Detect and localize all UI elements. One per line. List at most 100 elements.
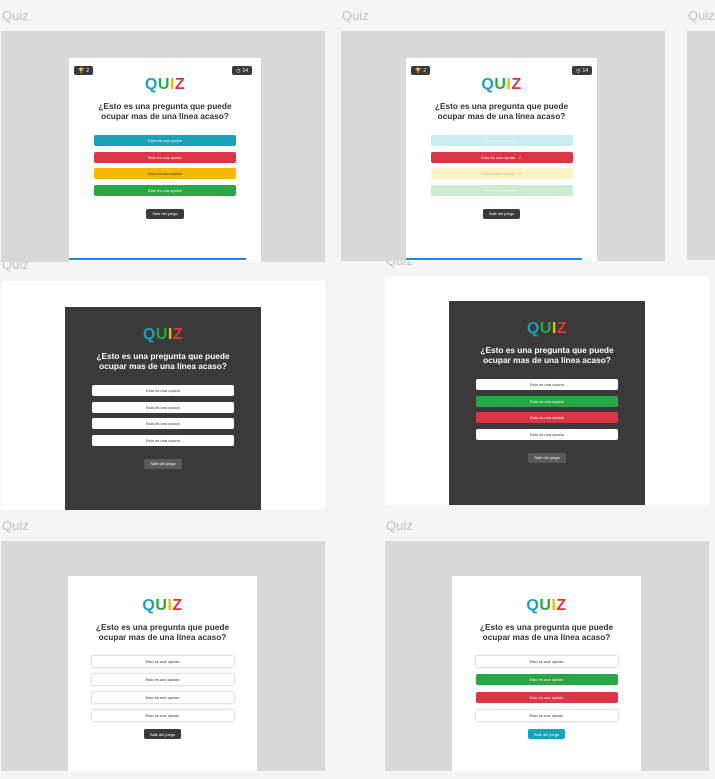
- logo-letter: Q: [142, 326, 156, 343]
- logo-letter: Z: [172, 597, 183, 614]
- quiz-logo: QUIZ: [526, 597, 566, 615]
- logo-letter: Q: [144, 76, 158, 93]
- clock-icon: ◷: [576, 67, 581, 74]
- option-button[interactable]: Esto es una opción: [430, 184, 573, 196]
- logo-letter: Q: [526, 320, 540, 337]
- option-button-wrong[interactable]: Esto es una opción: [475, 692, 618, 703]
- option-button[interactable]: Esto es una opción: [91, 674, 234, 685]
- exit-button[interactable]: Salir del juego: [528, 452, 566, 463]
- question-text: ¿Esto es una pregunta que puede ocupar m…: [98, 101, 232, 121]
- logo-letter: U: [539, 320, 552, 337]
- frame-partial: [687, 31, 715, 260]
- frame-light-minimal-answered: QUIZ ¿Esto es una pregunta que puede ocu…: [385, 541, 709, 771]
- timer-value: 14: [242, 67, 248, 74]
- progress-bar: [69, 258, 246, 260]
- logo-letter: Z: [511, 76, 522, 93]
- option-button[interactable]: Esto es una opción: [476, 379, 618, 390]
- option-button[interactable]: Esto es una opción: [94, 135, 236, 146]
- timer-value: 14: [582, 67, 588, 74]
- question-text: ¿Esto es una pregunta que puede ocupar m…: [480, 345, 614, 365]
- trophy-badge: 🏆 2: [74, 66, 94, 75]
- exit-button[interactable]: Salir del juego: [143, 729, 182, 739]
- logo-letter: U: [157, 76, 170, 93]
- question-text: ¿Esto es una pregunta que puede ocupar m…: [96, 351, 230, 371]
- frame-dark-answered: QUIZ ¿Esto es una pregunta que puede ocu…: [385, 276, 709, 505]
- frame-light-colored: 🏆 2 ◷ 14 QUIZ ¿Esto es una pregunta que pu…: [1, 31, 325, 262]
- trophy-count: 2: [423, 67, 427, 74]
- options-list: Esto es una opción Esto es una opción ✓ E…: [430, 135, 573, 196]
- option-button-wrong[interactable]: Esto es una opción ✕: [430, 168, 573, 179]
- logo-letter: Q: [481, 76, 495, 93]
- clock-icon: ◷: [236, 67, 241, 74]
- option-button-correct[interactable]: Esto es una opción: [475, 674, 618, 685]
- option-button[interactable]: Esto es una opción: [94, 168, 236, 179]
- option-button-correct[interactable]: Esto es una opción: [476, 395, 618, 407]
- option-button-wrong[interactable]: Esto es una opción: [476, 412, 618, 423]
- option-button[interactable]: Esto es una opción: [94, 184, 236, 196]
- option-button[interactable]: Esto es una opción: [91, 710, 234, 721]
- exit-button[interactable]: Salir del juego: [527, 729, 566, 739]
- options-list: Esto es una opción Esto es una opción Es…: [476, 379, 618, 440]
- option-button[interactable]: Esto es una opción: [92, 434, 234, 446]
- check-icon: ✓: [518, 154, 522, 160]
- option-button[interactable]: Esto es una opción: [430, 135, 573, 146]
- trophy-count: 2: [86, 67, 90, 74]
- option-button[interactable]: Esto es una opción: [475, 656, 618, 667]
- logo-letter: Z: [174, 76, 186, 93]
- quiz-logo: QUIZ: [145, 76, 185, 94]
- option-button[interactable]: Esto es una opción: [476, 428, 618, 440]
- frame-light-minimal: QUIZ ¿Esto es una pregunta que puede ocu…: [1, 541, 325, 771]
- timer-badge: ◷ 14: [232, 66, 252, 75]
- quiz-logo: QUIZ: [481, 76, 521, 94]
- exit-button[interactable]: Salir del juego: [144, 458, 182, 469]
- logo-letter: U: [539, 597, 552, 614]
- trophy-icon: 🏆: [78, 67, 85, 74]
- exit-button[interactable]: Salir del juego: [482, 208, 521, 219]
- options-list: Esto es una opción Esto es una opción Es…: [92, 385, 234, 446]
- quiz-card: 🏆 2 ◷ 14 QUIZ ¿Esto es una pregunta que pu…: [406, 58, 597, 261]
- option-label: Esto es una opción: [481, 154, 516, 160]
- question-text: ¿Esto es una pregunta que puede ocupar m…: [95, 622, 230, 642]
- option-button[interactable]: Esto es una opción: [94, 151, 236, 163]
- timer-badge: ◷ 14: [572, 66, 592, 75]
- logo-letter: U: [155, 597, 168, 614]
- cross-icon: ✕: [518, 171, 522, 176]
- logo-letter: Q: [526, 597, 540, 614]
- option-button[interactable]: Esto es una opción: [92, 401, 234, 413]
- quiz-card: QUIZ ¿Esto es una pregunta que puede ocu…: [68, 576, 257, 771]
- frame-label: Quiz: [386, 518, 413, 533]
- option-button[interactable]: Esto es una opción: [91, 692, 234, 703]
- logo-letter: U: [155, 326, 168, 343]
- option-button-correct[interactable]: Esto es una opción ✓: [430, 151, 573, 163]
- option-button[interactable]: Esto es una opción: [92, 385, 234, 396]
- trophy-icon: 🏆: [415, 67, 422, 74]
- quiz-logo: QUIZ: [143, 326, 183, 344]
- quiz-logo: QUIZ: [142, 597, 182, 615]
- quiz-card: QUIZ ¿Esto es una pregunta que puede ocu…: [452, 576, 641, 771]
- option-button[interactable]: Esto es una opción: [92, 418, 234, 429]
- logo-letter: Z: [556, 597, 567, 614]
- logo-letter: Q: [142, 597, 156, 614]
- quiz-card: QUIZ ¿Esto es una pregunta que puede ocu…: [65, 307, 261, 510]
- options-list: Esto es una opción Esto es una opción Es…: [94, 135, 236, 196]
- frame-label: Quiz: [2, 8, 29, 23]
- frame-label: Quiz: [2, 518, 29, 533]
- trophy-badge: 🏆 2: [411, 66, 431, 75]
- question-text: ¿Esto es una pregunta que puede ocupar m…: [434, 101, 569, 121]
- options-list: Esto es una opción Esto es una opción Es…: [91, 656, 234, 721]
- frame-dark-card: QUIZ ¿Esto es una pregunta que puede ocu…: [1, 281, 325, 510]
- frame-label: Quiz: [342, 8, 369, 23]
- quiz-card: QUIZ ¿Esto es una pregunta que puede ocu…: [449, 301, 645, 505]
- progress-bar: [406, 258, 582, 260]
- quiz-logo: QUIZ: [527, 320, 567, 338]
- options-list: Esto es una opción Esto es una opción Es…: [475, 656, 618, 721]
- frame-label: Quiz: [688, 8, 715, 23]
- exit-button[interactable]: Salir del juego: [146, 208, 184, 219]
- option-button[interactable]: Esto es una opción: [475, 710, 618, 721]
- option-button[interactable]: Esto es una opción: [91, 656, 234, 667]
- logo-letter: U: [494, 76, 507, 93]
- logo-letter: Z: [556, 320, 568, 337]
- question-text: ¿Esto es una pregunta que puede ocupar m…: [479, 622, 614, 642]
- logo-letter: Z: [172, 326, 184, 343]
- option-label: Esto es una opción: [481, 171, 516, 176]
